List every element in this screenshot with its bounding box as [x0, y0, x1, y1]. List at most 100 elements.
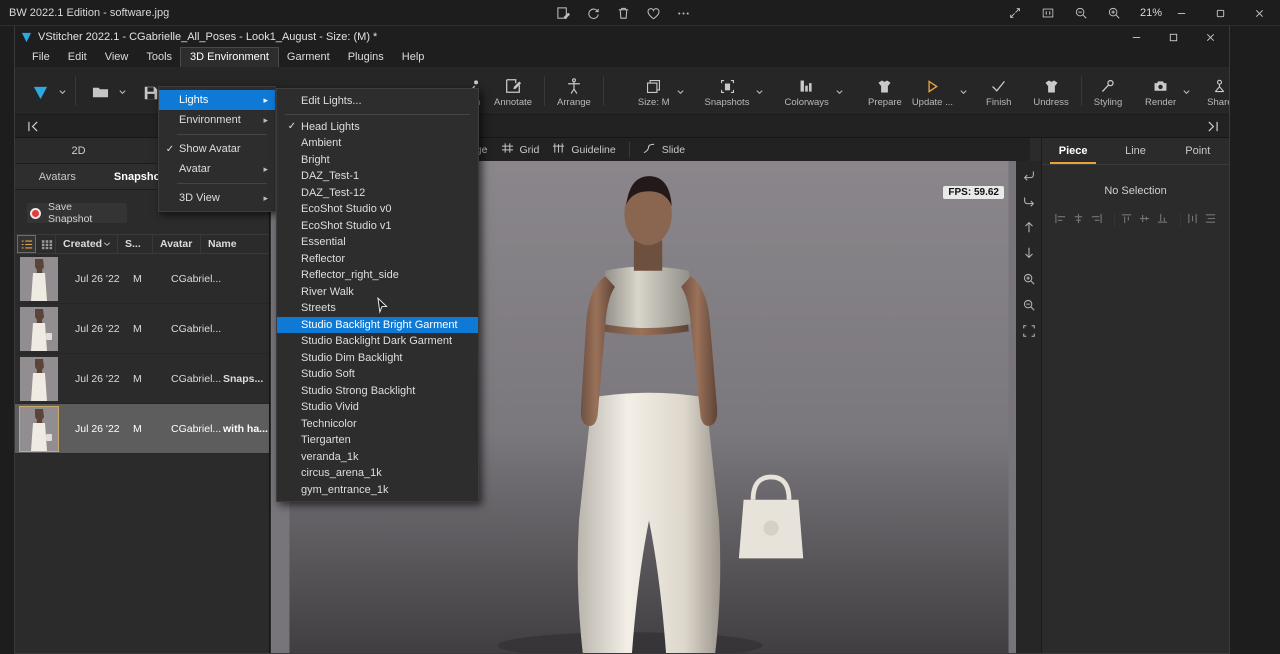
tab-piece[interactable]: Piece: [1042, 138, 1104, 164]
tab-line[interactable]: Line: [1104, 138, 1166, 164]
submenu-item-head-lights[interactable]: ✓ Head Lights: [277, 119, 478, 136]
arrange-button[interactable]: Arrange: [552, 68, 596, 114]
distribute-horizontal-icon[interactable]: [1186, 213, 1199, 227]
open-caret-icon[interactable]: [117, 68, 128, 114]
move-down-icon[interactable]: [1021, 245, 1037, 261]
snap-grid-option[interactable]: Grid: [501, 142, 540, 157]
align-top-icon[interactable]: [1120, 213, 1133, 227]
update-button[interactable]: Update ...: [907, 68, 958, 114]
menu-plugins[interactable]: Plugins: [339, 48, 393, 67]
app-maximize-button[interactable]: [1155, 26, 1192, 48]
undo-icon[interactable]: [1021, 167, 1037, 183]
list-view-icon[interactable]: [18, 236, 35, 252]
viewer-close-button[interactable]: [1240, 0, 1279, 26]
undress-button[interactable]: Undress: [1028, 68, 1073, 114]
size-button[interactable]: Size: M: [633, 68, 675, 114]
submenu-item-ambient[interactable]: Ambient: [277, 135, 478, 152]
submenu-item-tiergarten[interactable]: Tiergarten: [277, 432, 478, 449]
delete-icon[interactable]: [616, 6, 631, 21]
move-up-icon[interactable]: [1021, 219, 1037, 235]
submenu-item-river-walk[interactable]: River Walk: [277, 284, 478, 301]
submenu-item-reflector[interactable]: Reflector: [277, 251, 478, 268]
snap-slide-option[interactable]: Slide: [643, 142, 685, 157]
collapse-right-panel-button[interactable]: [1200, 115, 1225, 138]
submenu-item-streets[interactable]: Streets: [277, 300, 478, 317]
submenu-item-circus-arena-1k[interactable]: circus_arena_1k: [277, 465, 478, 482]
vstitcher-mode-button[interactable]: [23, 68, 57, 114]
app-close-button[interactable]: [1192, 26, 1229, 48]
table-row[interactable]: Jul 26 '22 M CGabriel...: [15, 304, 269, 354]
submenu-item-daz-test-12[interactable]: DAZ_Test-12: [277, 185, 478, 202]
menu-item-show-avatar[interactable]: ✓ Show Avatar: [159, 139, 275, 159]
submenu-item-ecoshot-studio-v1[interactable]: EcoShot Studio v1: [277, 218, 478, 235]
collapse-left-panel-button[interactable]: [21, 115, 46, 138]
update-caret-icon[interactable]: [958, 68, 969, 114]
zoom-in-icon[interactable]: [1107, 6, 1122, 21]
viewer-restore-button[interactable]: [1201, 0, 1240, 26]
menu-file[interactable]: File: [23, 48, 59, 67]
open-button[interactable]: [83, 68, 117, 114]
menu-3d-environment[interactable]: 3D Environment: [181, 48, 278, 67]
edit-icon[interactable]: [556, 6, 571, 21]
fit-to-screen-icon[interactable]: [1021, 323, 1037, 339]
grid-view-icon[interactable]: [38, 236, 55, 252]
align-center-horizontal-icon[interactable]: [1072, 213, 1085, 227]
submenu-item-studio-dim-backlight[interactable]: Studio Dim Backlight: [277, 350, 478, 367]
tab-2d[interactable]: 2D: [15, 138, 142, 163]
render-caret-icon[interactable]: [1181, 68, 1192, 114]
viewer-minimize-button[interactable]: [1162, 0, 1201, 26]
save-snapshot-button[interactable]: Save Snapshot: [27, 203, 127, 223]
submenu-item-ecoshot-studio-v0[interactable]: EcoShot Studio v0: [277, 201, 478, 218]
redo-icon[interactable]: [1021, 193, 1037, 209]
styling-button[interactable]: Styling: [1089, 68, 1128, 114]
table-row[interactable]: Jul 26 '22 M CGabriel... with ha...: [15, 404, 269, 454]
menu-item-3d-view[interactable]: 3D View ▸: [159, 188, 275, 208]
menu-item-lights[interactable]: Lights ▸: [159, 90, 275, 110]
submenu-item-studio-backlight-dark-garment[interactable]: Studio Backlight Dark Garment: [277, 333, 478, 350]
column-size[interactable]: S...: [117, 234, 152, 254]
colorways-caret-icon[interactable]: [834, 68, 845, 114]
prepare-button[interactable]: Prepare: [863, 68, 907, 114]
submenu-item-bright[interactable]: Bright: [277, 152, 478, 169]
vstitcher-mode-caret-icon[interactable]: [57, 68, 68, 114]
snapshots-button[interactable]: Snapshots: [700, 68, 755, 114]
menu-tools[interactable]: Tools: [137, 48, 181, 67]
fullscreen-icon[interactable]: [1008, 6, 1023, 21]
distribute-vertical-icon[interactable]: [1204, 213, 1217, 227]
submenu-item-edit-lights[interactable]: Edit Lights...: [277, 93, 478, 110]
rotate-icon[interactable]: [586, 6, 601, 21]
snapshots-caret-icon[interactable]: [754, 68, 765, 114]
finish-button[interactable]: Finish: [981, 68, 1016, 114]
annotate-button[interactable]: Annotate: [489, 68, 537, 114]
submenu-item-daz-test-1[interactable]: DAZ_Test-1: [277, 168, 478, 185]
submenu-item-veranda-1k[interactable]: veranda_1k: [277, 449, 478, 466]
submenu-item-studio-vivid[interactable]: Studio Vivid: [277, 399, 478, 416]
column-created[interactable]: Created: [55, 234, 117, 254]
align-left-icon[interactable]: [1054, 213, 1067, 227]
submenu-item-studio-strong-backlight[interactable]: Studio Strong Backlight: [277, 383, 478, 400]
share-button[interactable]: Share: [1202, 68, 1230, 114]
app-minimize-button[interactable]: [1118, 26, 1155, 48]
size-caret-icon[interactable]: [675, 68, 686, 114]
submenu-item-gym-entrance-1k[interactable]: gym_entrance_1k: [277, 482, 478, 499]
align-bottom-icon[interactable]: [1156, 213, 1169, 227]
menu-garment[interactable]: Garment: [278, 48, 339, 67]
favorite-icon[interactable]: [646, 6, 661, 21]
align-right-icon[interactable]: [1090, 213, 1103, 227]
submenu-item-essential[interactable]: Essential: [277, 234, 478, 251]
table-row[interactable]: Jul 26 '22 M CGabriel...: [15, 254, 269, 304]
colorways-button[interactable]: Colorways: [779, 68, 833, 114]
align-middle-icon[interactable]: [1138, 213, 1151, 227]
zoom-in-icon[interactable]: [1021, 271, 1037, 287]
submenu-item-studio-backlight-bright-garment[interactable]: Studio Backlight Bright Garment: [277, 317, 478, 334]
submenu-item-studio-soft[interactable]: Studio Soft: [277, 366, 478, 383]
snap-guideline-option[interactable]: Guideline: [552, 142, 615, 157]
zoom-out-icon[interactable]: [1074, 6, 1089, 21]
render-button[interactable]: Render: [1140, 68, 1181, 114]
column-name[interactable]: Name: [200, 234, 258, 254]
actual-size-icon[interactable]: [1041, 6, 1056, 21]
menu-help[interactable]: Help: [393, 48, 434, 67]
column-avatar[interactable]: Avatar: [152, 234, 200, 254]
zoom-out-icon[interactable]: [1021, 297, 1037, 313]
tab-point[interactable]: Point: [1167, 138, 1229, 164]
